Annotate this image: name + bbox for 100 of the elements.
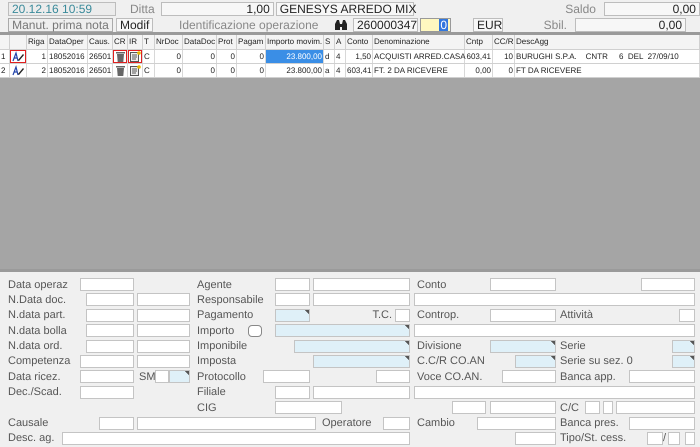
company-name-field[interactable]: GENESYS ARREDO MIX [276, 2, 414, 16]
input-field[interactable] [629, 416, 695, 430]
input-field[interactable] [585, 401, 600, 414]
column-header[interactable]: Importo movim. [266, 35, 324, 49]
column-header[interactable]: Riga [27, 35, 48, 49]
input-field[interactable] [99, 416, 134, 430]
lookup-field[interactable] [275, 324, 410, 338]
column-header[interactable]: CR [113, 35, 128, 49]
input-field[interactable] [86, 308, 134, 322]
field-label: Imponibile [197, 340, 248, 352]
column-header[interactable]: T [143, 35, 155, 49]
field-label: Voce CO.AN. [417, 370, 484, 383]
input-field[interactable] [275, 278, 310, 291]
input-field[interactable] [603, 401, 613, 414]
input-field[interactable] [668, 432, 680, 445]
column-header[interactable]: Pagam [237, 35, 266, 49]
column-header[interactable]: DescAgg [515, 35, 700, 49]
input-field[interactable] [414, 386, 695, 399]
column-header[interactable]: DataDoc [183, 35, 217, 49]
input-field[interactable] [490, 308, 556, 322]
input-field[interactable] [641, 278, 695, 291]
lookup-field[interactable] [169, 370, 190, 384]
input-field[interactable] [679, 308, 695, 322]
lookup-field[interactable] [275, 308, 310, 322]
column-header[interactable]: Cntp [465, 35, 493, 49]
input-field[interactable] [80, 370, 134, 384]
field-label: CIG [197, 402, 218, 414]
input-field[interactable] [395, 308, 410, 322]
input-field[interactable] [137, 308, 190, 322]
input-field[interactable] [263, 370, 310, 384]
input-field[interactable] [313, 293, 410, 306]
table-cell: 0 [155, 50, 183, 63]
binoculars-icon[interactable] [334, 20, 348, 30]
input-field[interactable] [685, 432, 695, 445]
input-field[interactable] [80, 354, 134, 368]
operation-suffix-field[interactable]: 0 [420, 18, 451, 32]
input-field[interactable] [490, 401, 556, 414]
input-field[interactable] [137, 354, 190, 368]
table-cell: FT DA RICEVERE [515, 64, 700, 77]
column-header[interactable]: Denominazione [373, 35, 465, 49]
lookup-field[interactable] [313, 354, 410, 368]
input-field[interactable] [629, 370, 695, 384]
column-header[interactable]: Prot [217, 35, 237, 49]
input-field[interactable] [616, 401, 695, 414]
column-header[interactable]: Caus. [88, 35, 113, 49]
input-field[interactable] [137, 416, 316, 430]
trash-icon[interactable] [116, 51, 124, 62]
input-field[interactable] [477, 416, 556, 430]
input-field[interactable] [376, 370, 410, 384]
input-field[interactable] [313, 278, 410, 291]
input-field[interactable] [137, 293, 190, 306]
input-field[interactable] [383, 416, 410, 430]
column-header[interactable]: Conto [346, 35, 373, 49]
input-field[interactable] [275, 293, 310, 306]
company-code-field[interactable]: 1,00 [160, 2, 274, 16]
input-field[interactable] [275, 401, 342, 414]
input-field[interactable] [647, 432, 663, 445]
delete-cell[interactable] [113, 64, 127, 77]
table-cell: 23.800,00 [266, 50, 324, 63]
edit-cell[interactable] [10, 64, 26, 77]
input-field[interactable] [452, 401, 486, 414]
lookup-field[interactable] [294, 340, 410, 353]
column-header[interactable]: A [335, 35, 346, 49]
input-field[interactable] [62, 432, 410, 445]
table-cell: 4 [335, 64, 346, 77]
lookup-field[interactable] [672, 354, 695, 368]
input-field[interactable] [137, 324, 190, 338]
input-field[interactable] [86, 293, 134, 306]
input-field[interactable] [275, 386, 310, 399]
toggle-button[interactable] [248, 324, 262, 337]
input-field[interactable] [313, 386, 410, 399]
column-header[interactable]: IR [128, 35, 143, 49]
field-label: Controp. [417, 309, 460, 322]
input-field[interactable] [80, 278, 134, 291]
input-field[interactable] [490, 278, 556, 291]
field-label: N.data part. [8, 309, 66, 322]
column-header[interactable]: S [324, 35, 335, 49]
column-header[interactable]: DataOper [48, 35, 88, 49]
lookup-field[interactable] [490, 340, 556, 353]
mode-button[interactable]: Manut. prima nota [8, 18, 113, 32]
delete-cell[interactable] [113, 50, 127, 63]
input-field[interactable] [137, 340, 190, 353]
input-field[interactable] [414, 324, 695, 338]
column-header[interactable]: NrDoc [155, 35, 183, 49]
datetime-field: 20.12.16 10:59 [8, 2, 116, 16]
operation-number-field[interactable]: 260000347 [353, 18, 418, 32]
input-field[interactable] [414, 293, 695, 306]
input-field[interactable] [155, 370, 169, 384]
column-header[interactable]: CC/R [493, 35, 515, 49]
input-field[interactable] [86, 324, 134, 338]
lookup-field[interactable] [515, 354, 556, 368]
table-cell: ACQUISTI ARRED.CASA [373, 50, 465, 63]
edit-cell[interactable] [10, 50, 26, 63]
field-label: Causale [8, 417, 50, 430]
input-field[interactable] [80, 386, 134, 399]
input-field[interactable] [502, 370, 556, 384]
input-field[interactable] [86, 340, 134, 353]
trash-icon[interactable] [116, 65, 124, 76]
lookup-field[interactable] [672, 340, 695, 353]
input-field[interactable] [515, 432, 556, 445]
